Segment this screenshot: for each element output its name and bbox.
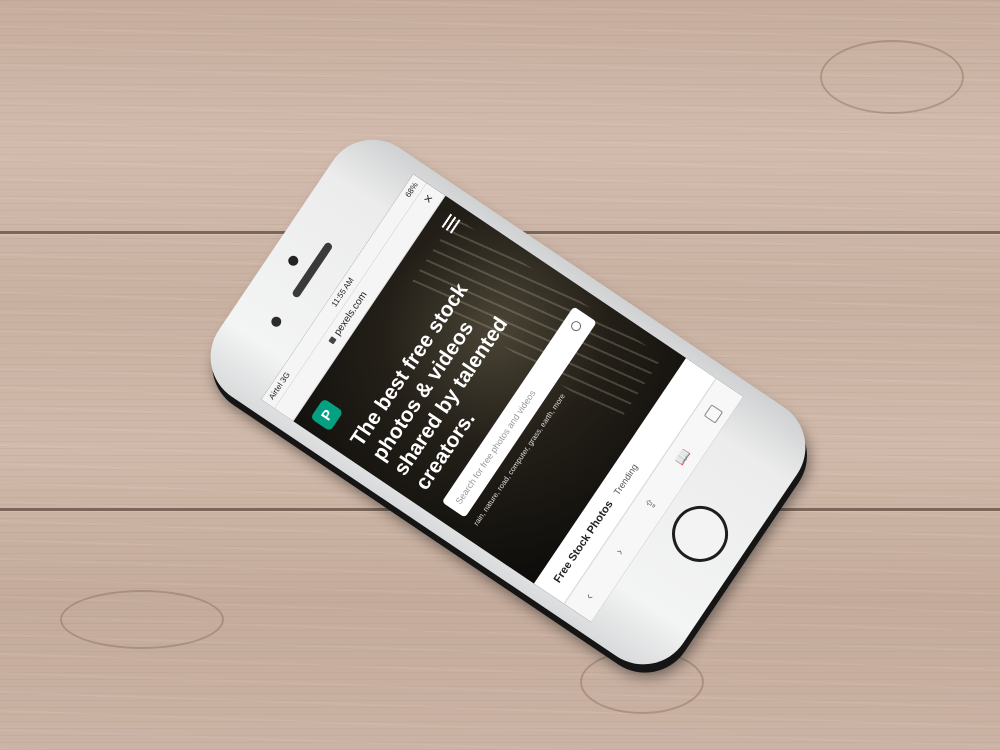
wood-knot [820, 40, 964, 114]
earpiece-speaker [291, 241, 334, 299]
bookmarks-icon[interactable]: 📖 [672, 446, 694, 468]
pexels-logo[interactable]: P [310, 398, 344, 432]
back-icon[interactable]: ‹ [581, 590, 596, 602]
front-camera [286, 253, 301, 268]
tab-trending[interactable]: Trending [612, 462, 640, 497]
forward-icon[interactable]: › [611, 545, 626, 557]
share-icon[interactable]: ⇪ [642, 495, 661, 513]
lock-icon [328, 336, 337, 345]
tabs-icon[interactable] [703, 404, 724, 424]
proximity-sensor [269, 314, 284, 329]
wood-knot [60, 590, 224, 649]
close-icon[interactable]: × [419, 191, 437, 207]
home-button[interactable] [661, 495, 739, 573]
